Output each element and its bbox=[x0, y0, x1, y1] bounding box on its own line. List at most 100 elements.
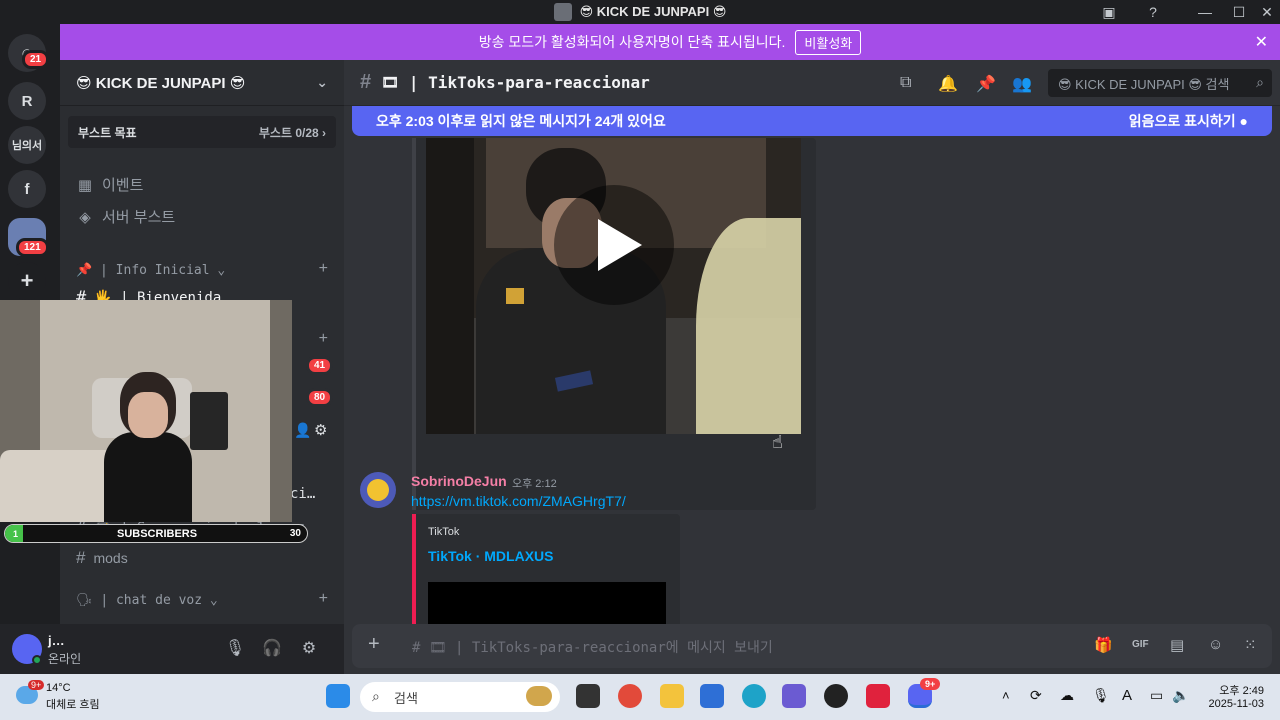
boost-goal-bar[interactable]: 부스트 목표 부스트 0/28 › bbox=[68, 116, 336, 148]
edge-icon[interactable] bbox=[742, 684, 766, 708]
events-item[interactable]: ▦ 이벤트 bbox=[76, 174, 144, 195]
add-channel-icon-2[interactable]: + bbox=[319, 330, 328, 348]
network-icon[interactable]: ▭ bbox=[1150, 687, 1163, 704]
avatar[interactable] bbox=[360, 472, 396, 508]
add-server-button[interactable]: + bbox=[8, 262, 46, 300]
channel-mods[interactable]: # mods bbox=[76, 548, 128, 568]
file-explorer-icon[interactable] bbox=[660, 684, 684, 708]
server-unread-badge: 121 bbox=[16, 238, 49, 257]
mark-as-read-button[interactable]: 읽음으로 표시하기 ● bbox=[1129, 111, 1248, 131]
mark-read-icon: ● bbox=[1239, 113, 1248, 129]
emoji-icon[interactable]: ☺ bbox=[1208, 636, 1223, 653]
window-title-text: 😎 KICK DE JUNPAPI 😎 bbox=[579, 4, 727, 19]
tray-chevron-up-icon[interactable]: ˄ bbox=[1002, 688, 1010, 703]
user-status: 온라인 bbox=[48, 652, 82, 666]
tray-app-icon[interactable]: ☁ bbox=[1060, 687, 1074, 704]
volume-icon[interactable]: 🔈 bbox=[1172, 687, 1189, 704]
apps-icon[interactable]: ⁙ bbox=[1244, 636, 1257, 654]
server-icon-f[interactable]: f bbox=[8, 170, 46, 208]
message-link[interactable]: https://vm.tiktok.com/ZMAGHrgT7/ bbox=[411, 493, 626, 509]
add-attachment-icon[interactable]: + bbox=[368, 633, 380, 656]
microphone-icon[interactable]: 🎙 bbox=[224, 638, 246, 658]
help-icon[interactable]: ? bbox=[1136, 0, 1170, 24]
search-input[interactable]: 😎 KICK DE JUNPAPI 😎 검색 ⌕ bbox=[1048, 69, 1272, 97]
task-view-icon[interactable] bbox=[576, 684, 600, 708]
online-status-icon bbox=[32, 655, 42, 665]
server-boost-item[interactable]: ◈ 서버 부스트 bbox=[76, 206, 175, 227]
threads-icon[interactable]: ⧉ bbox=[900, 74, 911, 92]
home-unread-badge: 21 bbox=[22, 50, 50, 69]
message-author[interactable]: SobrinoDeJun bbox=[411, 473, 507, 489]
film-icon: 🎞 bbox=[381, 74, 399, 91]
category-info-inicial[interactable]: 📌 | Info Inicial ⌄ bbox=[76, 263, 225, 278]
user-settings-gear-icon[interactable]: ⚙ bbox=[298, 638, 320, 658]
channel-mention-badge-80: 80 bbox=[306, 388, 334, 407]
subscriber-current: 1 bbox=[13, 528, 19, 539]
category-info-label: 📌 | Info Inicial ⌄ bbox=[76, 263, 226, 278]
bell-icon[interactable]: 🔔 bbox=[938, 74, 958, 94]
webcam-person-body bbox=[104, 432, 192, 522]
server-boost-label: 서버 부스트 bbox=[102, 209, 176, 226]
add-channel-icon[interactable]: + bbox=[319, 260, 328, 278]
headphones-icon[interactable]: 🎧 bbox=[261, 638, 283, 658]
search-icon: ⌕ bbox=[1256, 74, 1264, 90]
screen-share-icon[interactable]: ▣ bbox=[1092, 0, 1126, 24]
window-titlebar: 😎 KICK DE JUNPAPI 😎 ▣ ? — ☐ ✕ bbox=[0, 0, 1280, 24]
events-label: 이벤트 bbox=[102, 177, 144, 194]
temperature: 14°C bbox=[46, 682, 71, 694]
gear-icon[interactable]: ⚙ bbox=[314, 421, 327, 439]
category-chat-de-voz[interactable]: 🗣 | chat de voz ⌄ bbox=[76, 593, 218, 608]
video-letterbox bbox=[426, 138, 474, 434]
chrome-icon[interactable] bbox=[618, 684, 642, 708]
unread-messages-bar[interactable]: 오후 2:03 이후로 읽지 않은 메시지가 24개 있어요 읽음으로 표시하기… bbox=[352, 106, 1272, 136]
chat-message: SobrinoDeJun 오후 2:12 https://vm.tiktok.c… bbox=[344, 468, 1280, 634]
windows-taskbar: 9+ 14°C 대체로 흐림 ⌕ 검색 9+ ˄ ⟳ ☁ 🎙 A ▭ 🔈 오후 … bbox=[0, 674, 1280, 720]
close-window-button[interactable]: ✕ bbox=[1250, 0, 1280, 24]
chat-main: # 🎞 | TikToks-para-reaccionar ⧉ 🔔 📌 👥 😎 … bbox=[344, 60, 1280, 674]
teams-icon[interactable] bbox=[782, 684, 806, 708]
play-icon bbox=[598, 219, 642, 271]
search-highlight-icon bbox=[526, 686, 552, 706]
tray-mic-icon[interactable]: 🎙 bbox=[1092, 687, 1110, 704]
message-composer[interactable]: + # 🎞 | TikToks-para-reaccionar에 메시지 보내기… bbox=[352, 624, 1272, 668]
gift-icon[interactable]: 🎁 bbox=[1094, 636, 1113, 654]
ime-indicator[interactable]: A bbox=[1122, 687, 1132, 704]
tray-sync-icon[interactable]: ⟳ bbox=[1030, 687, 1042, 704]
discord-taskbar-badge: 9+ bbox=[920, 678, 941, 690]
pin-icon[interactable]: 📌 bbox=[976, 74, 996, 94]
member-list-icon[interactable]: 👥 bbox=[1012, 74, 1032, 94]
webcam-person-face bbox=[128, 392, 168, 438]
user-panel: j… 온라인 🎙 🎧 ⚙ bbox=[0, 624, 344, 674]
server-icon-r[interactable]: R bbox=[8, 82, 46, 120]
username: j… bbox=[48, 633, 65, 648]
server-icon-text[interactable]: 님의서 bbox=[8, 126, 46, 164]
server-header[interactable]: 😎 KICK DE JUNPAPI 😎 ⌄ bbox=[60, 60, 344, 106]
channel-mention-badge-41: 41 bbox=[306, 356, 334, 375]
sticker-icon[interactable]: ▤ bbox=[1170, 636, 1184, 654]
add-channel-icon-3[interactable]: + bbox=[319, 590, 328, 608]
clock-date: 2025-11-03 bbox=[1208, 698, 1264, 710]
category-voice-label: 🗣 | chat de voz ⌄ bbox=[76, 593, 218, 608]
calendar-icon: ▦ bbox=[77, 176, 93, 194]
gif-icon[interactable]: GIF bbox=[1132, 639, 1149, 650]
windows-start-icon[interactable] bbox=[326, 684, 350, 708]
embed-title[interactable]: TikTok · MDLAXUS bbox=[428, 548, 554, 564]
banner-text: 방송 모드가 활성화되어 사용자명이 단축 표시됩니다. bbox=[478, 34, 786, 50]
hash-icon-3: # bbox=[76, 548, 86, 567]
close-icon[interactable]: ✕ bbox=[1255, 32, 1268, 52]
taskbar-search[interactable]: ⌕ 검색 bbox=[360, 682, 560, 712]
webcam-case bbox=[190, 392, 228, 450]
store-icon[interactable] bbox=[700, 684, 724, 708]
obs-icon[interactable] bbox=[824, 684, 848, 708]
hand-cursor-icon: ☝ bbox=[772, 432, 783, 452]
minimize-button[interactable]: — bbox=[1188, 0, 1222, 24]
invite-user-icon[interactable]: 👤 bbox=[294, 422, 311, 439]
disable-streamer-mode-button[interactable]: 비활성화 bbox=[795, 29, 862, 55]
server-name: 😎 KICK DE JUNPAPI 😎 bbox=[76, 74, 246, 92]
app-thumbnail-icon bbox=[553, 3, 572, 21]
record-app-icon[interactable] bbox=[866, 684, 890, 708]
webcam-overlay bbox=[0, 300, 292, 522]
system-clock[interactable]: 오후 2:49 2025-11-03 bbox=[1200, 682, 1264, 710]
message-input-placeholder: # 🎞 | TikToks-para-reaccionar에 메시지 보내기 bbox=[412, 640, 773, 656]
channel-truncated[interactable]: ci… bbox=[290, 486, 315, 502]
